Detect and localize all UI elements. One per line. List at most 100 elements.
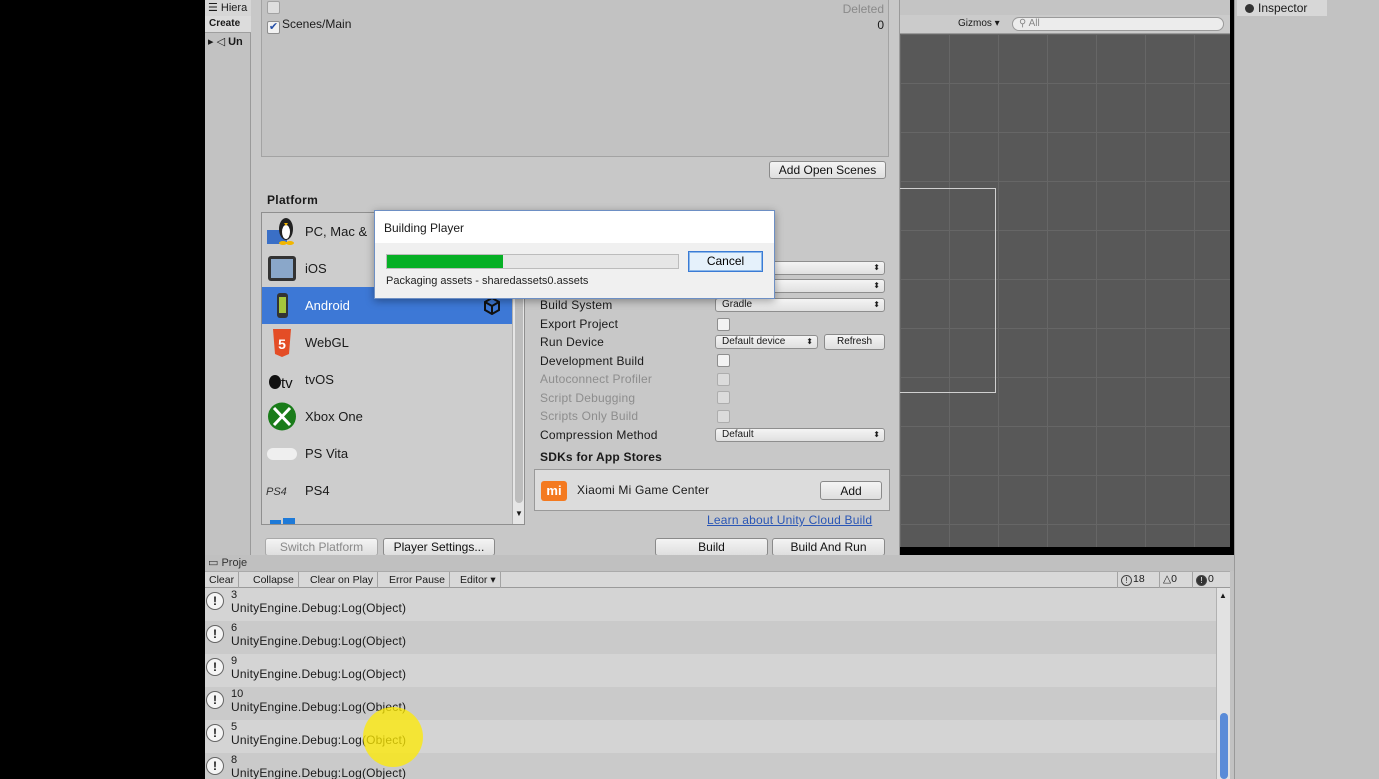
development-build-label: Development Build <box>540 354 645 368</box>
sdk-name: Xiaomi Mi Game Center <box>577 483 710 497</box>
log-message: 3 <box>231 589 238 601</box>
cursor-highlight <box>363 707 423 767</box>
platform-item-xbox[interactable]: Xbox One <box>262 398 512 435</box>
platform-label: PS Vita <box>305 446 349 461</box>
project-tab[interactable]: ▭ Proje <box>205 555 251 571</box>
platform-item-windows[interactable] <box>262 509 512 524</box>
sdks-title: SDKs for App Stores <box>540 450 663 464</box>
log-warning-icon: ! <box>206 592 224 610</box>
log-message: 5 <box>231 721 238 733</box>
console-clear-button[interactable]: Clear <box>205 572 240 588</box>
build-and-run-button[interactable]: Build And Run <box>772 538 885 556</box>
scenes-in-build-list: Deleted Scenes/Main 0 <box>261 0 889 157</box>
log-warning-icon: ! <box>206 757 224 775</box>
compression-method-dropdown[interactable]: Default <box>715 428 885 442</box>
console-scrollbar[interactable]: ▲ <box>1216 588 1230 779</box>
scene-name: Scenes/Main <box>282 17 352 31</box>
console-error-pause-button[interactable]: Error Pause <box>385 572 451 588</box>
log-entry[interactable]: ! 6 UnityEngine.Debug:Log(Object) <box>205 621 1218 654</box>
hierarchy-scene-item[interactable]: ▸ ◁ Un <box>205 34 251 52</box>
ios-device-icon <box>268 256 296 281</box>
platform-label: WebGL <box>305 335 349 350</box>
log-message: 9 <box>231 655 238 667</box>
platform-label: iOS <box>305 261 327 276</box>
gizmos-dropdown[interactable]: Gizmos ▾ <box>954 17 1004 32</box>
hierarchy-tab[interactable]: ☰ Hiera <box>205 0 251 16</box>
sdk-item-xiaomi: mi Xiaomi Mi Game Center Add <box>534 469 890 511</box>
log-message: 6 <box>231 622 238 634</box>
editor-dropdown-label: Editor <box>460 574 488 586</box>
autoconnect-profiler-checkbox <box>717 373 730 386</box>
progress-bar <box>386 254 679 269</box>
refresh-button[interactable]: Refresh <box>824 334 885 350</box>
folder-icon: ▭ <box>208 557 219 569</box>
console-editor-dropdown[interactable]: Editor ▾ <box>456 572 501 588</box>
xiaomi-logo-icon: mi <box>541 481 567 501</box>
linux-penguin-icon <box>267 218 294 245</box>
log-entry[interactable]: ! 9 UnityEngine.Debug:Log(Object) <box>205 654 1218 687</box>
log-entry[interactable]: ! 5 UnityEngine.Debug:Log(Object) <box>205 720 1218 753</box>
gizmos-label: Gizmos <box>958 18 992 29</box>
scene-search-input[interactable]: ⚲ All <box>1012 17 1224 31</box>
apple-tv-icon: tv <box>269 375 293 392</box>
error-count: 0 <box>1208 573 1214 585</box>
progress-status-text: Packaging assets - sharedassets0.assets <box>386 275 589 287</box>
scene-checkbox[interactable] <box>267 21 280 34</box>
scripts-only-build-checkbox <box>717 410 730 423</box>
platform-title: Platform <box>267 193 319 207</box>
console-collapse-button[interactable]: Collapse <box>249 572 299 588</box>
development-build-checkbox[interactable] <box>717 354 730 367</box>
log-message: 8 <box>231 754 238 766</box>
scrollbar-thumb[interactable] <box>1220 713 1228 779</box>
log-entry[interactable]: ! 8 UnityEngine.Debug:Log(Object) <box>205 753 1218 779</box>
platform-item-tvos[interactable]: tv tvOS <box>262 361 512 398</box>
info-count: 0 <box>1171 573 1177 585</box>
platform-item-psvita[interactable]: PS Vita <box>262 435 512 472</box>
warning-icon: ! <box>1121 575 1132 586</box>
log-entry[interactable]: ! 10 UnityEngine.Debug:Log(Object) <box>205 687 1218 720</box>
platform-item-webgl[interactable]: 5 WebGL <box>262 324 512 361</box>
build-button[interactable]: Build <box>655 538 768 556</box>
run-device-dropdown[interactable]: Default device <box>715 335 818 349</box>
compression-method-label: Compression Method <box>540 428 658 442</box>
ps4-logo-icon: PS4 <box>266 486 287 498</box>
scene-index: 0 <box>877 18 884 32</box>
autoconnect-profiler-label: Autoconnect Profiler <box>540 372 653 386</box>
log-entry[interactable]: ! 3 UnityEngine.Debug:Log(Object) <box>205 588 1218 621</box>
console-clear-on-play-button[interactable]: Clear on Play <box>306 572 379 588</box>
xbox-icon <box>268 402 296 431</box>
build-system-dropdown[interactable]: Gradle <box>715 298 885 312</box>
log-warning-icon: ! <box>206 658 224 676</box>
log-stack: UnityEngine.Debug:Log(Object) <box>231 601 407 615</box>
add-open-scenes-button[interactable]: Add Open Scenes <box>769 161 886 179</box>
platform-label: PC, Mac & <box>305 224 368 239</box>
inspector-tab[interactable]: Inspector <box>1237 0 1327 16</box>
error-count-toggle[interactable]: ! 0 <box>1192 572 1217 588</box>
scroll-down-icon[interactable]: ▼ <box>515 509 523 518</box>
build-system-label: Build System <box>540 298 613 312</box>
warning-count-toggle[interactable]: ! 18 <box>1117 572 1148 588</box>
export-project-checkbox[interactable] <box>717 318 730 331</box>
progress-fill <box>387 255 503 268</box>
hierarchy-create-button[interactable]: Create <box>205 16 251 33</box>
export-project-label: Export Project <box>540 317 619 331</box>
cancel-button[interactable]: Cancel <box>688 251 763 272</box>
hierarchy-tab-label: Hiera <box>220 2 248 14</box>
warning-count: 18 <box>1133 573 1145 585</box>
player-settings-button[interactable]: Player Settings... <box>383 538 495 556</box>
error-icon: ! <box>1196 575 1207 586</box>
platform-label: Xbox One <box>305 409 363 424</box>
scene-row[interactable]: Scenes/Main <box>267 17 351 34</box>
platform-label: PS4 <box>305 483 330 498</box>
platform-label: Android <box>305 298 350 313</box>
info-count-toggle[interactable]: △0 <box>1159 572 1180 588</box>
sdk-add-button[interactable]: Add <box>820 481 882 500</box>
scroll-up-icon[interactable]: ▲ <box>1219 591 1227 600</box>
log-stack: UnityEngine.Debug:Log(Object) <box>231 634 407 648</box>
unity-logo-icon: ◁ <box>216 36 226 48</box>
platform-item-ps4[interactable]: PS4 PS4 <box>262 472 512 509</box>
scene-row-checkbox[interactable] <box>267 1 280 14</box>
deleted-label: Deleted <box>842 2 884 16</box>
cloud-build-link[interactable]: Learn about Unity Cloud Build <box>707 513 872 527</box>
switch-platform-button[interactable]: Switch Platform <box>265 538 378 556</box>
